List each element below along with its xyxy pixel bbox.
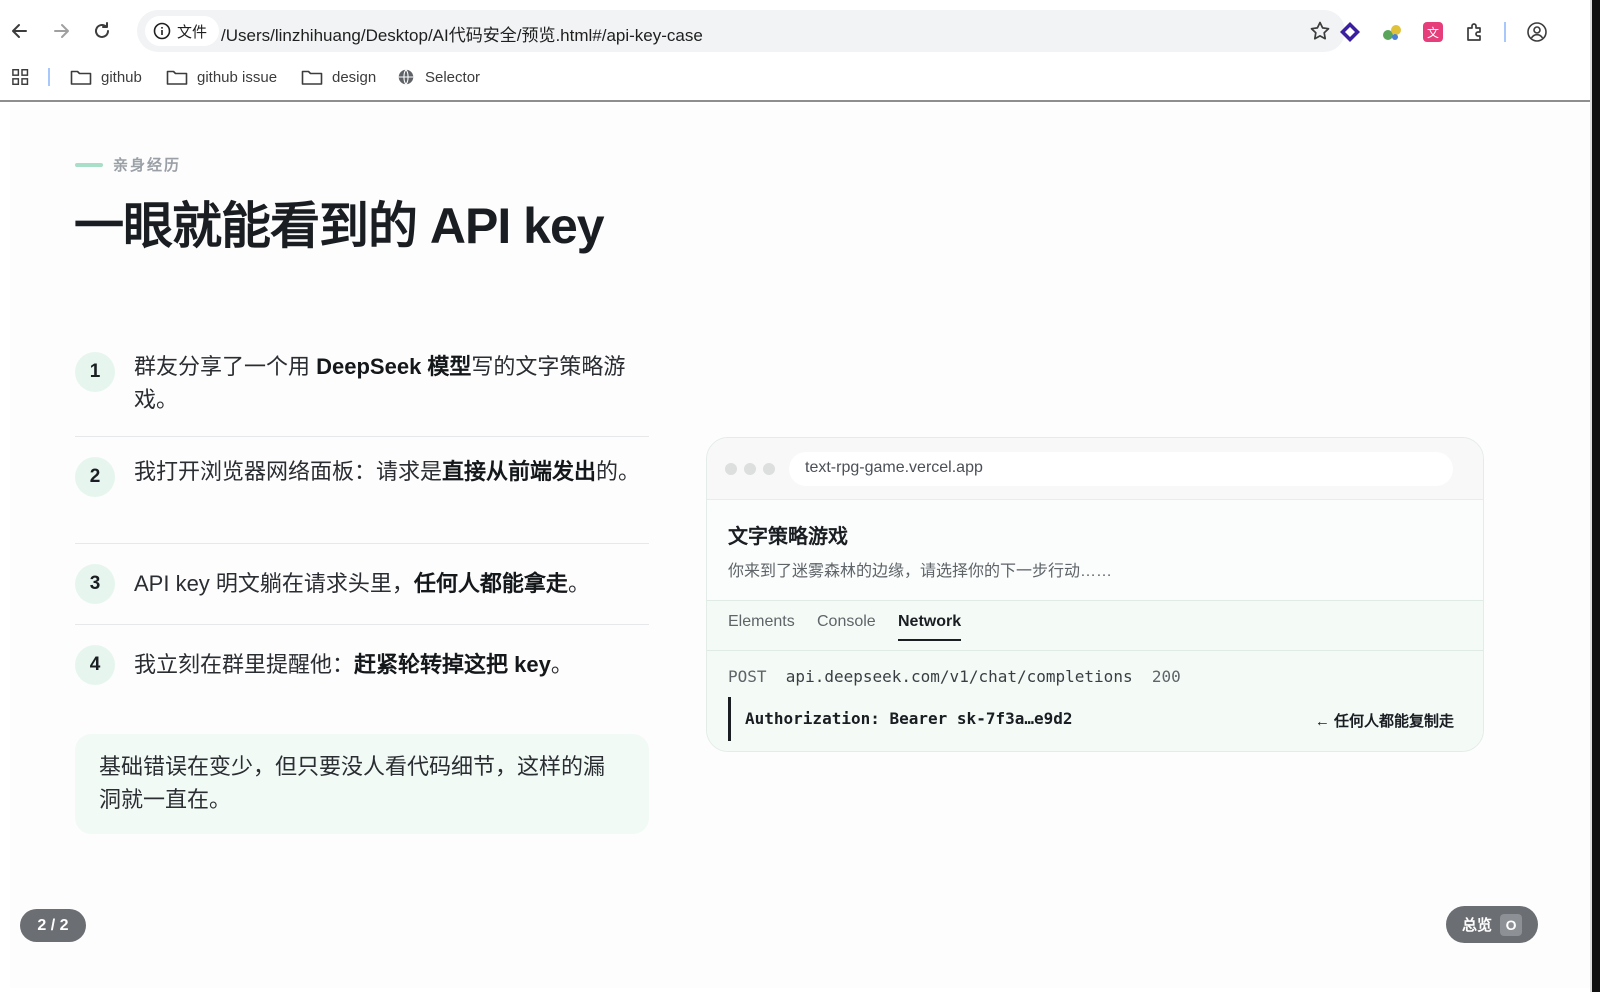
bookmark-github-issue[interactable]: github issue [166,64,277,90]
arrow-right-icon [54,24,69,38]
bookmark-github[interactable]: github [70,64,142,90]
window-dot-icon [725,463,737,475]
slide-title: 一眼就能看到的 API key [74,198,605,254]
site-info-chip[interactable]: 文件 [145,16,220,46]
info-icon [153,22,171,40]
overview-label: 总览 [1462,917,1493,934]
tab-elements: Elements [728,613,795,630]
devtools-tabs: Elements Console Network [707,601,1483,651]
auth-header-code: Authorization: Bearer sk-7f3a…e9d2 [745,709,1073,728]
bookmark-label: github issue [197,68,278,86]
overview-button[interactable]: 总览 O [1446,906,1538,943]
extension-diamond-icon[interactable] [1338,20,1362,44]
mock-url-text: text-rpg-game.vercel.app [805,459,983,476]
profile-avatar-icon[interactable] [1525,20,1549,44]
forward-button[interactable] [45,15,77,47]
step-item: 4 我立刻在群里提醒他：赶紧轮转掉这把 key。 [75,625,649,705]
browser-toolbar: 文件 /Users/linzhihuang/Desktop/AI代码安全/预览.… [0,8,1600,54]
callout-note: 基础错误在变少，但只要没人看代码细节，这样的漏洞就一直在。 [75,734,649,834]
apps-grid-button[interactable] [12,64,32,90]
bookmark-selector[interactable]: Selector [396,64,480,90]
globe-icon [398,69,414,85]
arrow-left-icon [12,24,27,38]
address-bar[interactable]: 文件 /Users/linzhihuang/Desktop/AI代码安全/预览.… [137,10,1345,52]
step-item: 1 群友分享了一个用 DeepSeek 模型写的文字策略游戏。 [75,335,649,437]
network-request-row: POST api.deepseek.com/v1/chat/completion… [728,667,1181,686]
back-button[interactable] [4,15,36,47]
reload-icon [95,22,109,38]
step-number-badge: 1 [75,352,115,392]
request-status: 200 [1151,667,1181,686]
steps-list: 1 群友分享了一个用 DeepSeek 模型写的文字策略游戏。 2 我打开浏览器… [75,335,649,705]
devtools-panel: Elements Console Network POST api.deepse… [707,600,1483,751]
auth-header-highlight: Authorization: Bearer sk-7f3a…e9d2 ← 任何人… [728,697,1464,741]
bookmarks-divider [48,68,50,86]
apps-grid-icon [12,69,29,85]
step-number-badge: 4 [75,645,115,685]
window-dot-icon [763,463,775,475]
mock-titlebar: text-rpg-game.vercel.app [707,438,1483,500]
url-text[interactable]: /Users/linzhihuang/Desktop/AI代码安全/预览.htm… [221,21,703,46]
toolbar-divider [1504,22,1506,42]
window-edge [1590,0,1600,992]
step-item: 3 API key 明文躺在请求头里，任何人都能拿走。 [75,544,649,625]
extension-colorful-icon[interactable] [1380,20,1404,44]
step-number-badge: 3 [75,564,115,604]
step-item: 2 我打开浏览器网络面板：请求是直接从前端发出的。 [75,437,649,544]
bookmarks-bar: github github issue design Selector [0,60,1600,94]
folder-icon [301,70,323,85]
reload-button[interactable] [86,15,118,47]
browser-chrome: 文件 /Users/linzhihuang/Desktop/AI代码安全/预览.… [0,0,1600,102]
folder-icon [70,70,92,85]
eyebrow-label: 亲身经历 [113,157,182,174]
request-url: api.deepseek.com/v1/chat/completions [785,667,1133,686]
site-info-label: 文件 [177,23,208,41]
request-method: POST [728,667,767,686]
extension-translate-icon[interactable]: 文 [1421,20,1445,44]
mock-app-subtitle: 你来到了迷雾森林的边缘，请选择你的下一步行动…… [728,563,1113,580]
bookmark-label: Selector [425,68,481,86]
section-eyebrow: 亲身经历 [75,154,181,175]
step-text: 群友分享了一个用 DeepSeek 模型写的文字策略游戏。 [134,354,626,412]
tab-console: Console [817,613,876,630]
mock-browser-window: text-rpg-game.vercel.app 文字策略游戏 你来到了迷雾森林… [706,437,1484,752]
shortcut-key: O [1500,913,1523,936]
bookmark-label: design [332,68,377,86]
step-text: API key 明文躺在请求头里，任何人都能拿走。 [134,571,590,596]
tab-network: Network [898,613,962,641]
window-dot-icon [744,463,756,475]
auth-hint: ← 任何人都能复制走 [1314,713,1454,730]
slide-counter: 2 / 2 [20,909,86,942]
mock-app-title: 文字策略游戏 [728,526,848,548]
extensions-puzzle-icon[interactable] [1463,20,1487,44]
bookmark-design[interactable]: design [301,64,376,90]
step-text: 我打开浏览器网络面板：请求是直接从前端发出的。 [134,459,641,484]
step-number-badge: 2 [75,457,115,497]
folder-icon [166,70,188,85]
step-text: 我立刻在群里提醒他：赶紧轮转掉这把 key。 [134,652,573,677]
svg-text:文: 文 [1427,25,1439,40]
eyebrow-accent-bar [75,162,103,167]
mock-address-bar: text-rpg-game.vercel.app [789,452,1453,486]
bookmark-label: github [101,68,142,86]
bookmark-star-icon[interactable] [1309,20,1331,42]
